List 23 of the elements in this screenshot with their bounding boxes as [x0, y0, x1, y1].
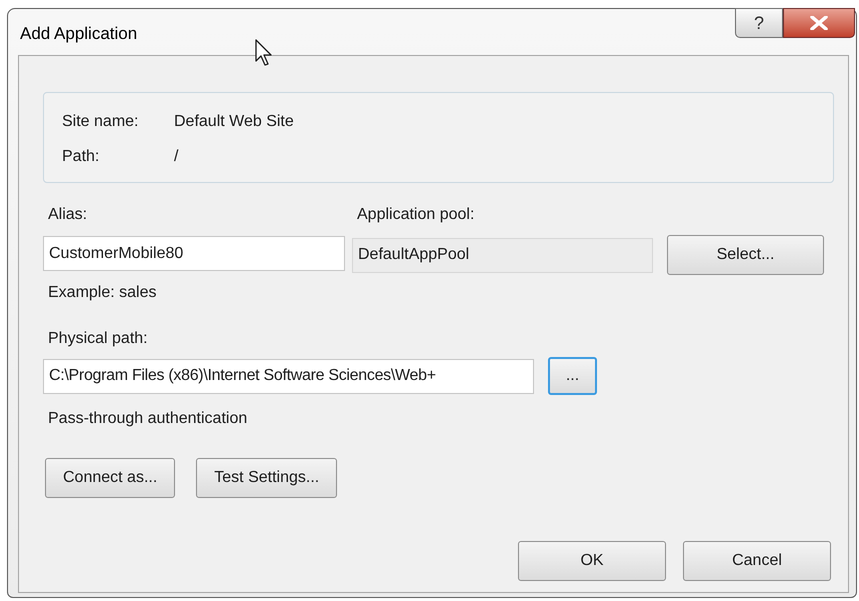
help-button[interactable]: ?	[735, 8, 783, 38]
field-label: Physical path:	[48, 329, 149, 349]
info-label: Path:	[62, 147, 100, 167]
mouse-cursor-icon	[255, 39, 273, 67]
test-settings-button[interactable]: Test Settings...	[196, 458, 338, 498]
hint-text: Example: sales	[48, 283, 158, 303]
authentication-text: Pass-through authentication	[48, 409, 248, 429]
info-value: Default Web Site	[174, 112, 294, 132]
physical-path-field[interactable]: C:\Program Files (x86)\Internet Software Sciences\Web+	[43, 358, 534, 394]
close-button[interactable]	[783, 8, 855, 38]
info-label: Site name:	[62, 112, 140, 132]
field-value: DefaultAppPool	[358, 245, 470, 265]
field-label: Application pool:	[357, 205, 476, 225]
field-label: Alias:	[48, 205, 88, 225]
info-value: /	[174, 147, 178, 167]
browse-button[interactable]: ...	[548, 357, 597, 395]
select-button[interactable]: Select...	[667, 235, 824, 275]
ok-button[interactable]: OK	[518, 541, 666, 581]
cancel-button[interactable]: Cancel	[683, 541, 831, 581]
connect-as-button[interactable]: Connect as...	[45, 458, 176, 498]
alias-field[interactable]: CustomerMobile80	[43, 236, 345, 271]
close-icon	[810, 16, 828, 30]
window-title: Add Application	[20, 23, 138, 45]
